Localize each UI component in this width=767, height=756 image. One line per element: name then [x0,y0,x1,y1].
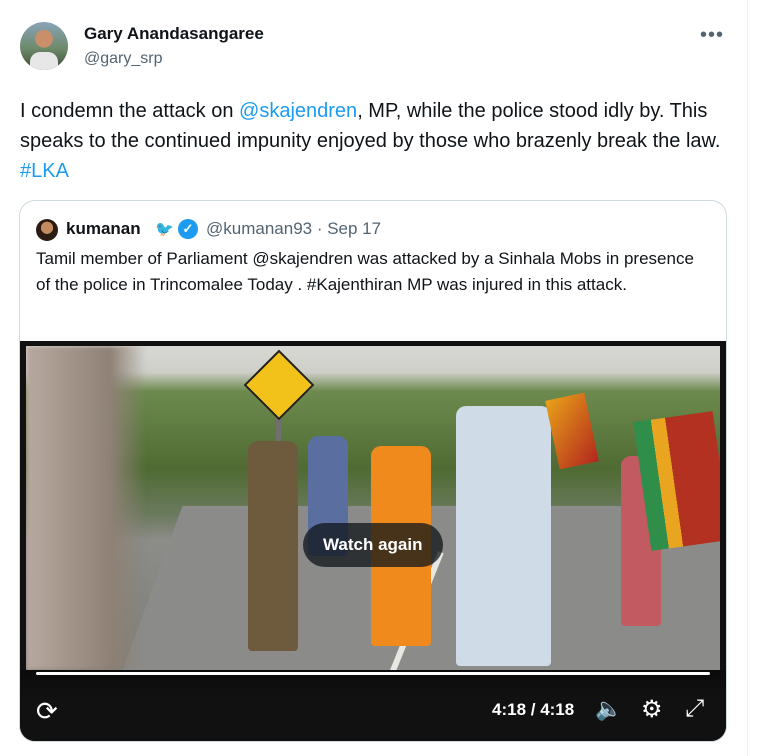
video-frame: Watch again [26,346,720,670]
twitter-bird-icon: 🐦 [155,221,174,238]
mention-link[interactable]: @skajendren [239,100,357,122]
volume-icon[interactable]: 🔈 [595,696,622,722]
quoted-handle-date[interactable]: @kumanan93 · Sep 17 [206,219,381,239]
video-progress-bar[interactable] [36,672,710,675]
quoted-author-name[interactable]: kumanan [66,219,141,239]
verified-badge-icon: ✓ [178,219,198,239]
quoted-avatar[interactable] [36,219,58,241]
avatar[interactable] [20,22,68,70]
author-handle[interactable]: @gary_srp [84,50,163,68]
flag [545,392,599,470]
fullscreen-icon[interactable]: ⤢ [685,695,704,723]
video-player[interactable]: Watch again ⟳ 4:18 / 4:18 🔈 ⚙ ⤢ [20,341,726,741]
tweet-text-part: I condemn the attack on [20,100,240,122]
author-name[interactable]: Gary Anandasangaree [84,24,264,44]
settings-icon[interactable]: ⚙ [641,695,663,724]
page-divider [747,0,748,756]
video-controls: ⟳ 4:18 / 4:18 🔈 ⚙ ⤢ [20,670,726,741]
tweet-text: I condemn the attack on @skajendren, MP,… [20,96,730,186]
watch-again-button[interactable]: Watch again [303,523,443,567]
quoted-tweet-card[interactable]: kumanan 🐦 ✓ @kumanan93 · Sep 17 Tamil me… [19,200,727,742]
hashtag-link[interactable]: #LKA [20,160,69,182]
school-sign [243,349,315,421]
quoted-tweet-text: Tamil member of Parliament @skajendren w… [36,249,694,294]
more-options-icon[interactable]: ••• [700,24,724,47]
replay-icon[interactable]: ⟳ [36,696,58,727]
video-time: 4:18 / 4:18 [492,700,575,719]
